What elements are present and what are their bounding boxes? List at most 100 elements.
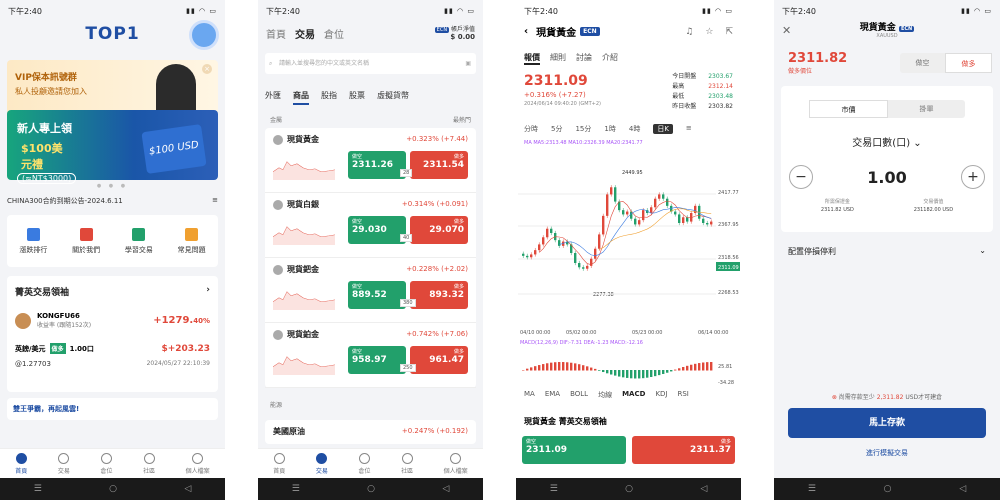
- tab-trade[interactable]: 交易: [316, 452, 328, 475]
- tab-discussion[interactable]: 討論: [576, 52, 592, 65]
- home-button[interactable]: ○: [109, 484, 117, 494]
- plus-button[interactable]: +: [960, 165, 985, 189]
- type-market[interactable]: 市價: [809, 100, 888, 118]
- tab-watchlist[interactable]: 首頁: [266, 26, 286, 41]
- cat-crypto[interactable]: 虛擬貨幣: [377, 90, 409, 105]
- ind-rsi[interactable]: RSI: [677, 390, 688, 400]
- tab-home[interactable]: 首頁: [273, 452, 285, 475]
- buy-button[interactable]: 做多 2311.37: [631, 436, 735, 464]
- ind-avg[interactable]: 均線: [598, 390, 612, 400]
- recent-apps-button[interactable]: ☰: [550, 484, 558, 494]
- notice-bar[interactable]: CHINA300合約到期公告-2024.6.11 ≡: [7, 196, 218, 206]
- buy-button[interactable]: 做多 29.070: [410, 216, 468, 244]
- ind-ema[interactable]: EMA: [545, 390, 560, 400]
- tab-positions[interactable]: 倉位: [358, 452, 370, 475]
- ind-macd[interactable]: MACD: [622, 390, 645, 400]
- tab-rules[interactable]: 細則: [550, 52, 566, 65]
- quick-about[interactable]: 關於我們: [72, 227, 100, 255]
- sell-button[interactable]: 做空 889.52: [348, 281, 406, 309]
- ind-ma[interactable]: MA: [524, 390, 535, 400]
- scan-icon[interactable]: ▣: [465, 53, 471, 74]
- tab-quote[interactable]: 報價: [524, 52, 540, 65]
- tab-positions[interactable]: 倉位: [100, 452, 112, 475]
- type-pending[interactable]: 掛單: [888, 100, 965, 118]
- ind-kdj[interactable]: KDJ: [655, 390, 667, 400]
- sell-button[interactable]: 做空 2311.09: [522, 436, 626, 464]
- settings-icon[interactable]: ≡: [686, 124, 692, 134]
- candlestick-chart[interactable]: 2417.77 2367.95 2318.56 2311.09 2268.53 …: [518, 148, 740, 388]
- sell-button[interactable]: 做空 29.030: [348, 216, 406, 244]
- tab-signal[interactable]: 倉位: [324, 26, 344, 41]
- tab-profile[interactable]: 個人檔案: [444, 452, 468, 475]
- tab-home[interactable]: 首頁: [15, 452, 27, 475]
- back-button[interactable]: ◁: [700, 484, 707, 494]
- buy-button[interactable]: 做多 2311.54: [410, 151, 468, 179]
- cat-commodity[interactable]: 商品: [293, 90, 309, 105]
- event-banner[interactable]: 雙王爭霸，再起風雲!: [7, 398, 218, 420]
- quick-ranking[interactable]: 漲跌排行: [19, 227, 47, 255]
- quick-learn[interactable]: 學習交易: [125, 227, 153, 255]
- lot-dropdown[interactable]: 交易口數(口) ⌄: [781, 134, 993, 149]
- close-icon[interactable]: ×: [202, 64, 212, 74]
- deposit-button[interactable]: 馬上存款: [788, 408, 986, 438]
- recent-apps-button[interactable]: ☰: [34, 484, 42, 494]
- search-input[interactable]: ⌕ 請輸入並搜尋您的中文或英文名稱 ▣: [265, 53, 476, 74]
- recent-apps-button[interactable]: ☰: [292, 484, 300, 494]
- section-label: 能源: [270, 402, 283, 409]
- close-icon[interactable]: ✕: [782, 24, 791, 37]
- side-buy[interactable]: 做多: [945, 53, 992, 73]
- trader-row[interactable]: KONGFU66 收益率 (跟隨152次) +1279.40%: [15, 312, 210, 329]
- tf-4h[interactable]: 4時: [629, 124, 640, 134]
- tf-day[interactable]: 日K: [653, 124, 673, 134]
- tab-intro[interactable]: 介紹: [602, 52, 618, 65]
- star-icon[interactable]: ☆: [705, 27, 713, 37]
- quantity-value[interactable]: 1.00: [867, 168, 906, 187]
- home-button[interactable]: ○: [625, 484, 633, 494]
- tab-profile[interactable]: 個人檔案: [186, 452, 210, 475]
- account-summary[interactable]: ECN 帳戶淨值 $ 0.00: [434, 24, 475, 41]
- cat-index[interactable]: 股指: [321, 90, 337, 105]
- home-button[interactable]: ○: [367, 484, 375, 494]
- back-icon[interactable]: ‹: [524, 26, 528, 37]
- chevron-right-icon[interactable]: ›: [206, 285, 210, 298]
- list-item[interactable]: 美國原油 +0.247% (+0.192): [265, 420, 476, 444]
- recent-apps-button[interactable]: ☰: [808, 484, 816, 494]
- minus-button[interactable]: −: [789, 165, 813, 189]
- support-badge-icon[interactable]: [189, 20, 219, 50]
- sort-dropdown[interactable]: 最熱門: [453, 115, 471, 124]
- sell-label: 做空: [352, 219, 363, 225]
- tf-tick[interactable]: 分時: [524, 124, 538, 134]
- tf-1h[interactable]: 1時: [604, 124, 615, 134]
- tab-community[interactable]: 社區: [143, 452, 155, 475]
- buy-button[interactable]: 做多 961.47: [410, 346, 468, 374]
- sell-button[interactable]: 做空 958.97: [348, 346, 406, 374]
- bell-icon[interactable]: ♫: [685, 27, 693, 37]
- sltp-row[interactable]: 配置停損停利 ⌄: [788, 246, 986, 257]
- tab-community[interactable]: 社區: [401, 452, 413, 475]
- sell-button[interactable]: 做空 2311.26: [348, 151, 406, 179]
- list-item[interactable]: 現貨白銀 +0.314% (+0.091) 做空 29.030 做多 29.070 40: [265, 193, 476, 258]
- elite-card[interactable]: 菁英交易領袖 › KONGFU66 收益率 (跟隨152次) +1279.40% 英…: [7, 276, 218, 392]
- status-bar: 下午2:40 ▮▮ ◠ ▭: [258, 0, 483, 22]
- ind-boll[interactable]: BOLL: [570, 390, 588, 400]
- back-button[interactable]: ◁: [959, 484, 966, 494]
- quick-faq[interactable]: 常見問題: [178, 227, 206, 255]
- back-button[interactable]: ◁: [184, 484, 191, 494]
- share-icon[interactable]: ⇱: [725, 27, 733, 37]
- list-item[interactable]: 現貨鈀金 +0.228% (+2.02) 做空 889.52 做多 893.32 380: [265, 258, 476, 323]
- tf-5m[interactable]: 5分: [551, 124, 562, 134]
- side-sell[interactable]: 做空: [900, 53, 945, 73]
- tab-market[interactable]: 交易: [295, 26, 315, 41]
- list-item[interactable]: 現貨黃金 +0.323% (+7.44) 做空 2311.26 做多 2311.54 28: [265, 128, 476, 193]
- cat-forex[interactable]: 外匯: [265, 90, 281, 105]
- demo-trade-link[interactable]: 進行模擬交易: [774, 448, 1000, 458]
- list-item[interactable]: 現貨鉑金 +0.742% (+7.06) 做空 958.97 做多 961.47 250: [265, 323, 476, 388]
- tab-trade[interactable]: 交易: [58, 452, 70, 475]
- tf-15m[interactable]: 15分: [575, 124, 591, 134]
- buy-button[interactable]: 做多 893.32: [410, 281, 468, 309]
- home-button[interactable]: ○: [884, 484, 892, 494]
- promo-banner[interactable]: 新人專上領 $100美元禮 (≈NT$3000) $100 USD: [7, 110, 218, 184]
- menu-icon[interactable]: ≡: [212, 196, 218, 206]
- cat-stock[interactable]: 股票: [349, 90, 365, 105]
- back-button[interactable]: ◁: [442, 484, 449, 494]
